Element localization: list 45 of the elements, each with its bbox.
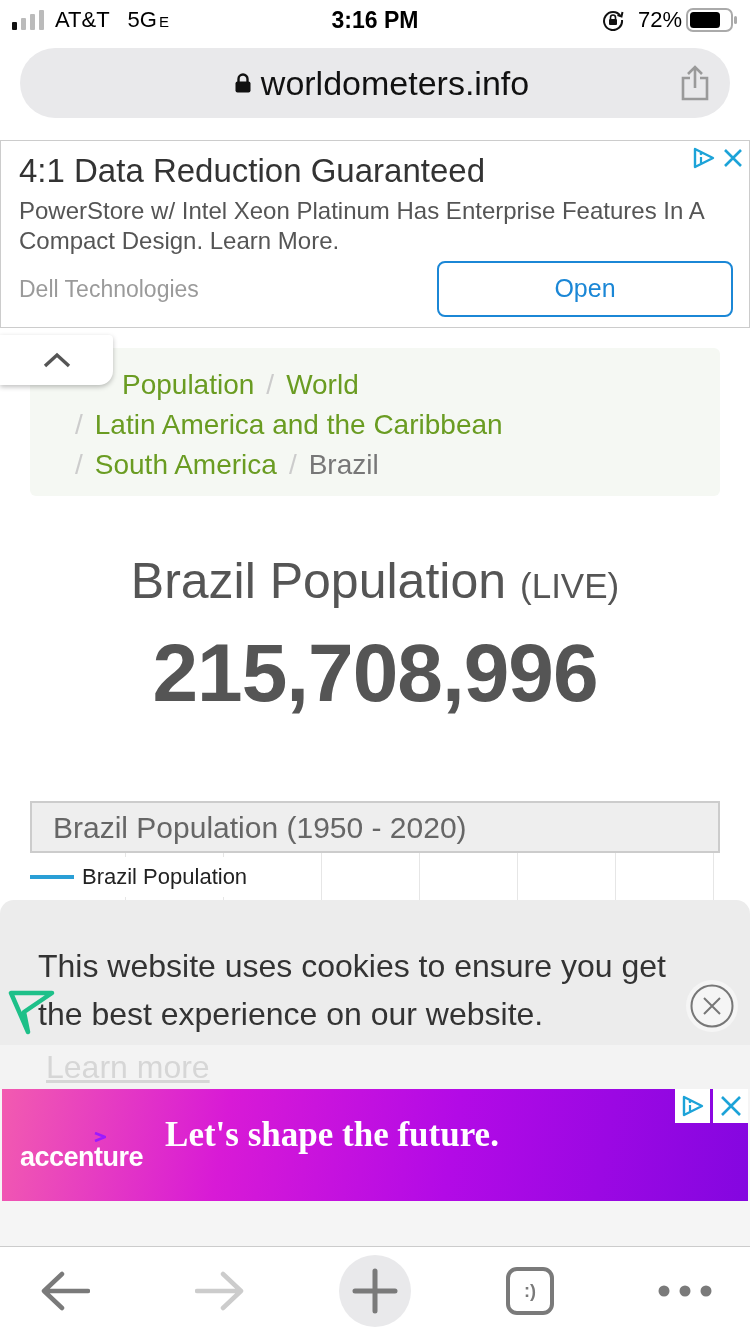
tabs-button[interactable]: :): [506, 1266, 554, 1315]
clock-time: 3:16 PM: [331, 8, 419, 32]
more-icon[interactable]: [658, 1284, 712, 1297]
battery-icon: [686, 8, 738, 32]
advertiser-name: Dell Technologies: [19, 274, 199, 304]
network-type: 5G E: [127, 9, 169, 31]
cookie-message: This website uses cookies to ensure you get the best experience on our website.: [38, 947, 667, 1034]
signal-icon: [12, 10, 44, 30]
breadcrumb-separator: /: [74, 408, 84, 442]
ad-description: PowerStore w/ Intel Xeon Platinum Has Enterprise Features In A Compact Design. Learn More.: [19, 196, 705, 256]
carrier-name: AT&T: [55, 9, 110, 31]
ad-banner[interactable]: 4:1 Data Reduction Guaranteed PowerStore w/ Intel Xeon Platinum Has Enterprise Features In A Compact Design. Learn More. Dell Technologies Open: [0, 140, 750, 328]
orientation-lock-icon: [601, 9, 624, 31]
close-icon[interactable]: [723, 148, 743, 168]
ad-banner[interactable]: accenture Let's shape the future.: [2, 1089, 748, 1201]
breadcrumb-current: Brazil: [308, 448, 379, 482]
address-bar[interactable]: worldometers.info: [20, 48, 730, 118]
ad-info-icon[interactable]: [693, 147, 715, 169]
breadcrumb-separator: /: [74, 448, 84, 482]
breadcrumb-link[interactable]: World: [286, 365, 359, 405]
page-title: Brazil Population: [130, 552, 506, 609]
breadcrumb-separator: /: [287, 448, 298, 482]
breadcrumb-link[interactable]: Latin America and the Caribbean: [94, 405, 503, 445]
ad-tagline: Let's shape the future.: [165, 1113, 499, 1156]
back-arrow-icon[interactable]: [40, 1270, 90, 1311]
share-icon[interactable]: [680, 65, 710, 101]
url-text: worldometers.info: [260, 66, 530, 100]
collapse-tab[interactable]: [0, 335, 113, 385]
battery-percent: 72%: [637, 9, 682, 31]
legend-label: Brazil Population: [82, 862, 248, 891]
close-icon[interactable]: [713, 1089, 748, 1123]
brand-logo: accenture: [20, 1142, 144, 1172]
close-button[interactable]: [686, 980, 738, 1032]
close-icon: [690, 984, 734, 1028]
chevron-right-icon: [94, 1132, 106, 1142]
open-button[interactable]: Open: [437, 261, 733, 317]
chevron-up-icon: [41, 351, 72, 369]
breadcrumb-separator: /: [265, 368, 276, 402]
breadcrumb-link[interactable]: South America: [94, 445, 277, 485]
ad-info-icon[interactable]: [675, 1089, 710, 1123]
live-label: (LIVE): [520, 564, 620, 607]
ad-headline: 4:1 Data Reduction Guaranteed: [19, 152, 485, 190]
population-counter: 215,708,996: [152, 628, 598, 719]
breadcrumb-link[interactable]: Population: [122, 365, 255, 405]
chart-title: Brazil Population (1950 - 2020): [53, 809, 467, 846]
